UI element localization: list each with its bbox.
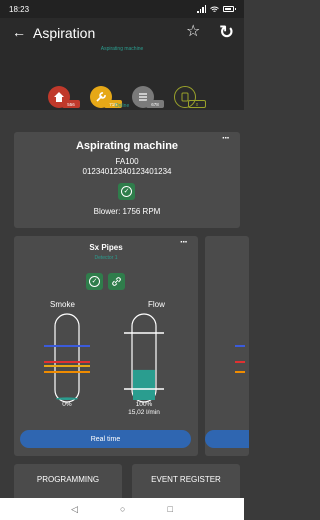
machine-model: FA100 xyxy=(115,157,139,166)
nav-recents-icon[interactable]: □ xyxy=(168,504,173,514)
machine-card[interactable]: ··· Aspirating machine FA100 01234012340… xyxy=(14,132,240,228)
status-summary: 556 719 678 0 xyxy=(44,86,206,114)
flow-rate: 15,02 l/min xyxy=(128,409,160,416)
machine-ok-check-icon: ✓ xyxy=(118,183,135,200)
smoke-level-fill xyxy=(56,397,78,400)
favorite-star-icon[interactable]: ☆ xyxy=(186,23,200,41)
detector-link-icon[interactable] xyxy=(108,273,125,290)
detector-caption: Detector 1 xyxy=(94,255,118,261)
nav-home-icon[interactable]: ○ xyxy=(120,504,125,514)
status-icons xyxy=(197,5,236,13)
flow-gauge xyxy=(124,313,164,403)
nav-back-icon[interactable]: ◁ xyxy=(71,504,78,515)
page-title: Aspiration xyxy=(33,25,96,41)
blower-speed: Blower: 1756 RPM xyxy=(93,207,161,216)
wifi-icon xyxy=(210,6,219,12)
status-time: 18:23 xyxy=(9,4,30,14)
next-real-time-button[interactable] xyxy=(205,430,249,448)
detector-ok-check-icon[interactable]: ✓ xyxy=(86,273,103,290)
battery-icon xyxy=(223,6,236,12)
machine-serial: 01234012340123401234 xyxy=(82,167,172,176)
status-bar: 18:23 xyxy=(0,0,244,18)
pipes-title: Sx Pipes xyxy=(89,243,123,252)
signal-icon xyxy=(197,5,206,13)
flow-level-fill xyxy=(133,369,155,400)
next-pipes-card[interactable] xyxy=(205,236,249,456)
top-app-bar: ← Aspiration ☆ ↻ xyxy=(0,18,244,48)
machine-caption: Aspirating machine xyxy=(100,46,144,52)
online-caption: Online xyxy=(114,103,130,109)
back-arrow-icon[interactable]: ← xyxy=(12,24,26,40)
system-nav-bar: ◁ ○ □ xyxy=(0,498,244,520)
flow-value: 100% xyxy=(135,401,153,408)
real-time-button[interactable]: Real time xyxy=(20,430,191,448)
machine-name: Aspirating machine xyxy=(75,140,179,152)
event-register-label: EVENT REGISTER xyxy=(151,475,221,484)
smoke-value: 0% xyxy=(62,401,72,408)
refresh-icon[interactable]: ↻ xyxy=(219,22,234,42)
sx-pipes-card[interactable]: ··· Sx Pipes Detector 1 ✓ Smoke Flow 0% … xyxy=(14,236,198,456)
programming-label: PROGRAMMING xyxy=(36,475,100,484)
smoke-gauge xyxy=(44,313,90,403)
gauges-graphic xyxy=(44,313,164,403)
next-gauge-graphic xyxy=(235,345,245,373)
